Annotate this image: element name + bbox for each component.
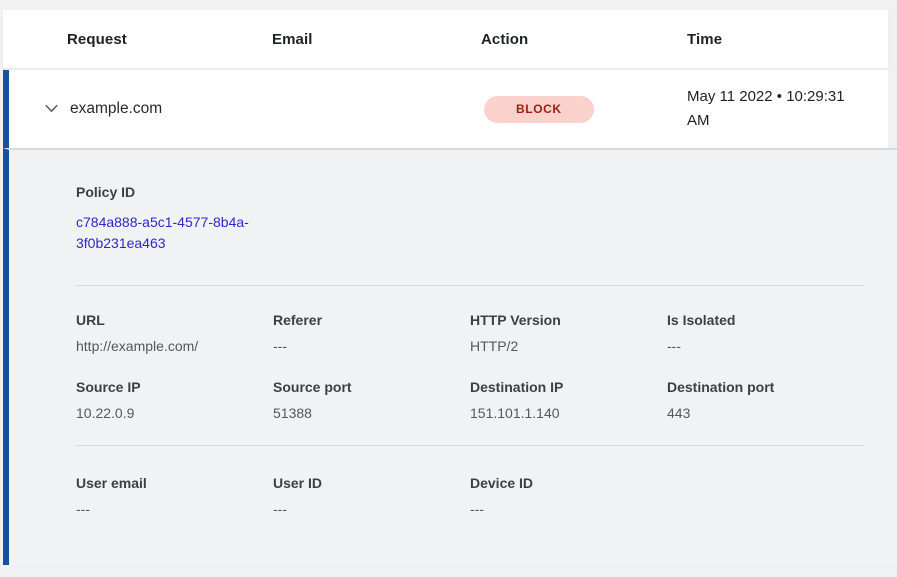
field-source-port: Source port 51388	[273, 379, 470, 421]
log-table-header: Request Email Action Time	[3, 10, 888, 68]
field-device-id: Device ID ---	[470, 475, 667, 517]
field-destination-ip: Destination IP 151.101.1.140	[470, 379, 667, 421]
field-value: 10.22.0.9	[76, 405, 273, 421]
field-label: HTTP Version	[470, 312, 667, 328]
user-info-grid: User email --- User ID --- Device ID ---	[76, 475, 865, 517]
field-user-id: User ID ---	[273, 475, 470, 517]
field-destination-port: Destination port 443	[667, 379, 864, 421]
policy-section: Policy ID c784a888-a5c1-4577-8b4a-3f0b23…	[76, 184, 865, 254]
action-status-badge: BLOCK	[484, 96, 594, 123]
field-value: ---	[470, 501, 667, 517]
field-value: ---	[273, 338, 470, 354]
row-detail-content: Policy ID c784a888-a5c1-4577-8b4a-3f0b23…	[9, 150, 865, 517]
field-label: User email	[76, 475, 273, 491]
chevron-down-icon	[43, 100, 60, 117]
field-label: Destination port	[667, 379, 864, 395]
field-http-version: HTTP Version HTTP/2	[470, 312, 667, 354]
field-value: ---	[273, 501, 470, 517]
field-value: ---	[76, 501, 273, 517]
column-header-time: Time	[687, 31, 888, 48]
field-label: Source IP	[76, 379, 273, 395]
field-label: Source port	[273, 379, 470, 395]
policy-id-link[interactable]: c784a888-a5c1-4577-8b4a-3f0b231ea463	[76, 212, 268, 254]
field-label: Destination IP	[470, 379, 667, 395]
column-header-email: Email	[272, 31, 481, 48]
field-referer: Referer ---	[273, 312, 470, 354]
row-request-value: example.com	[70, 70, 162, 148]
field-label: Device ID	[470, 475, 667, 491]
section-divider	[76, 285, 865, 286]
field-label: User ID	[273, 475, 470, 491]
field-source-ip: Source IP 10.22.0.9	[76, 379, 273, 421]
field-user-email: User email ---	[76, 475, 273, 517]
collapse-row-button[interactable]	[40, 97, 62, 119]
log-table-row[interactable]: example.com BLOCK May 11 2022 • 10:29:31…	[3, 70, 888, 148]
row-detail-panel: Policy ID c784a888-a5c1-4577-8b4a-3f0b23…	[3, 148, 897, 565]
column-header-action: Action	[481, 31, 687, 48]
column-header-request: Request	[67, 31, 272, 48]
policy-id-label: Policy ID	[76, 184, 865, 200]
row-time-value: May 11 2022 • 10:29:31 AM	[687, 85, 869, 133]
field-value: 151.101.1.140	[470, 405, 667, 421]
field-value: ---	[667, 338, 864, 354]
field-url: URL http://example.com/	[76, 312, 273, 354]
field-value: http://example.com/	[76, 338, 273, 354]
request-info-grid: URL http://example.com/ Referer --- HTTP…	[76, 312, 865, 421]
field-label: Is Isolated	[667, 312, 864, 328]
field-value: 443	[667, 405, 864, 421]
field-value: 51388	[273, 405, 470, 421]
field-value: HTTP/2	[470, 338, 667, 354]
field-label: URL	[76, 312, 273, 328]
field-is-isolated: Is Isolated ---	[667, 312, 864, 354]
section-divider	[76, 445, 865, 446]
field-label: Referer	[273, 312, 470, 328]
